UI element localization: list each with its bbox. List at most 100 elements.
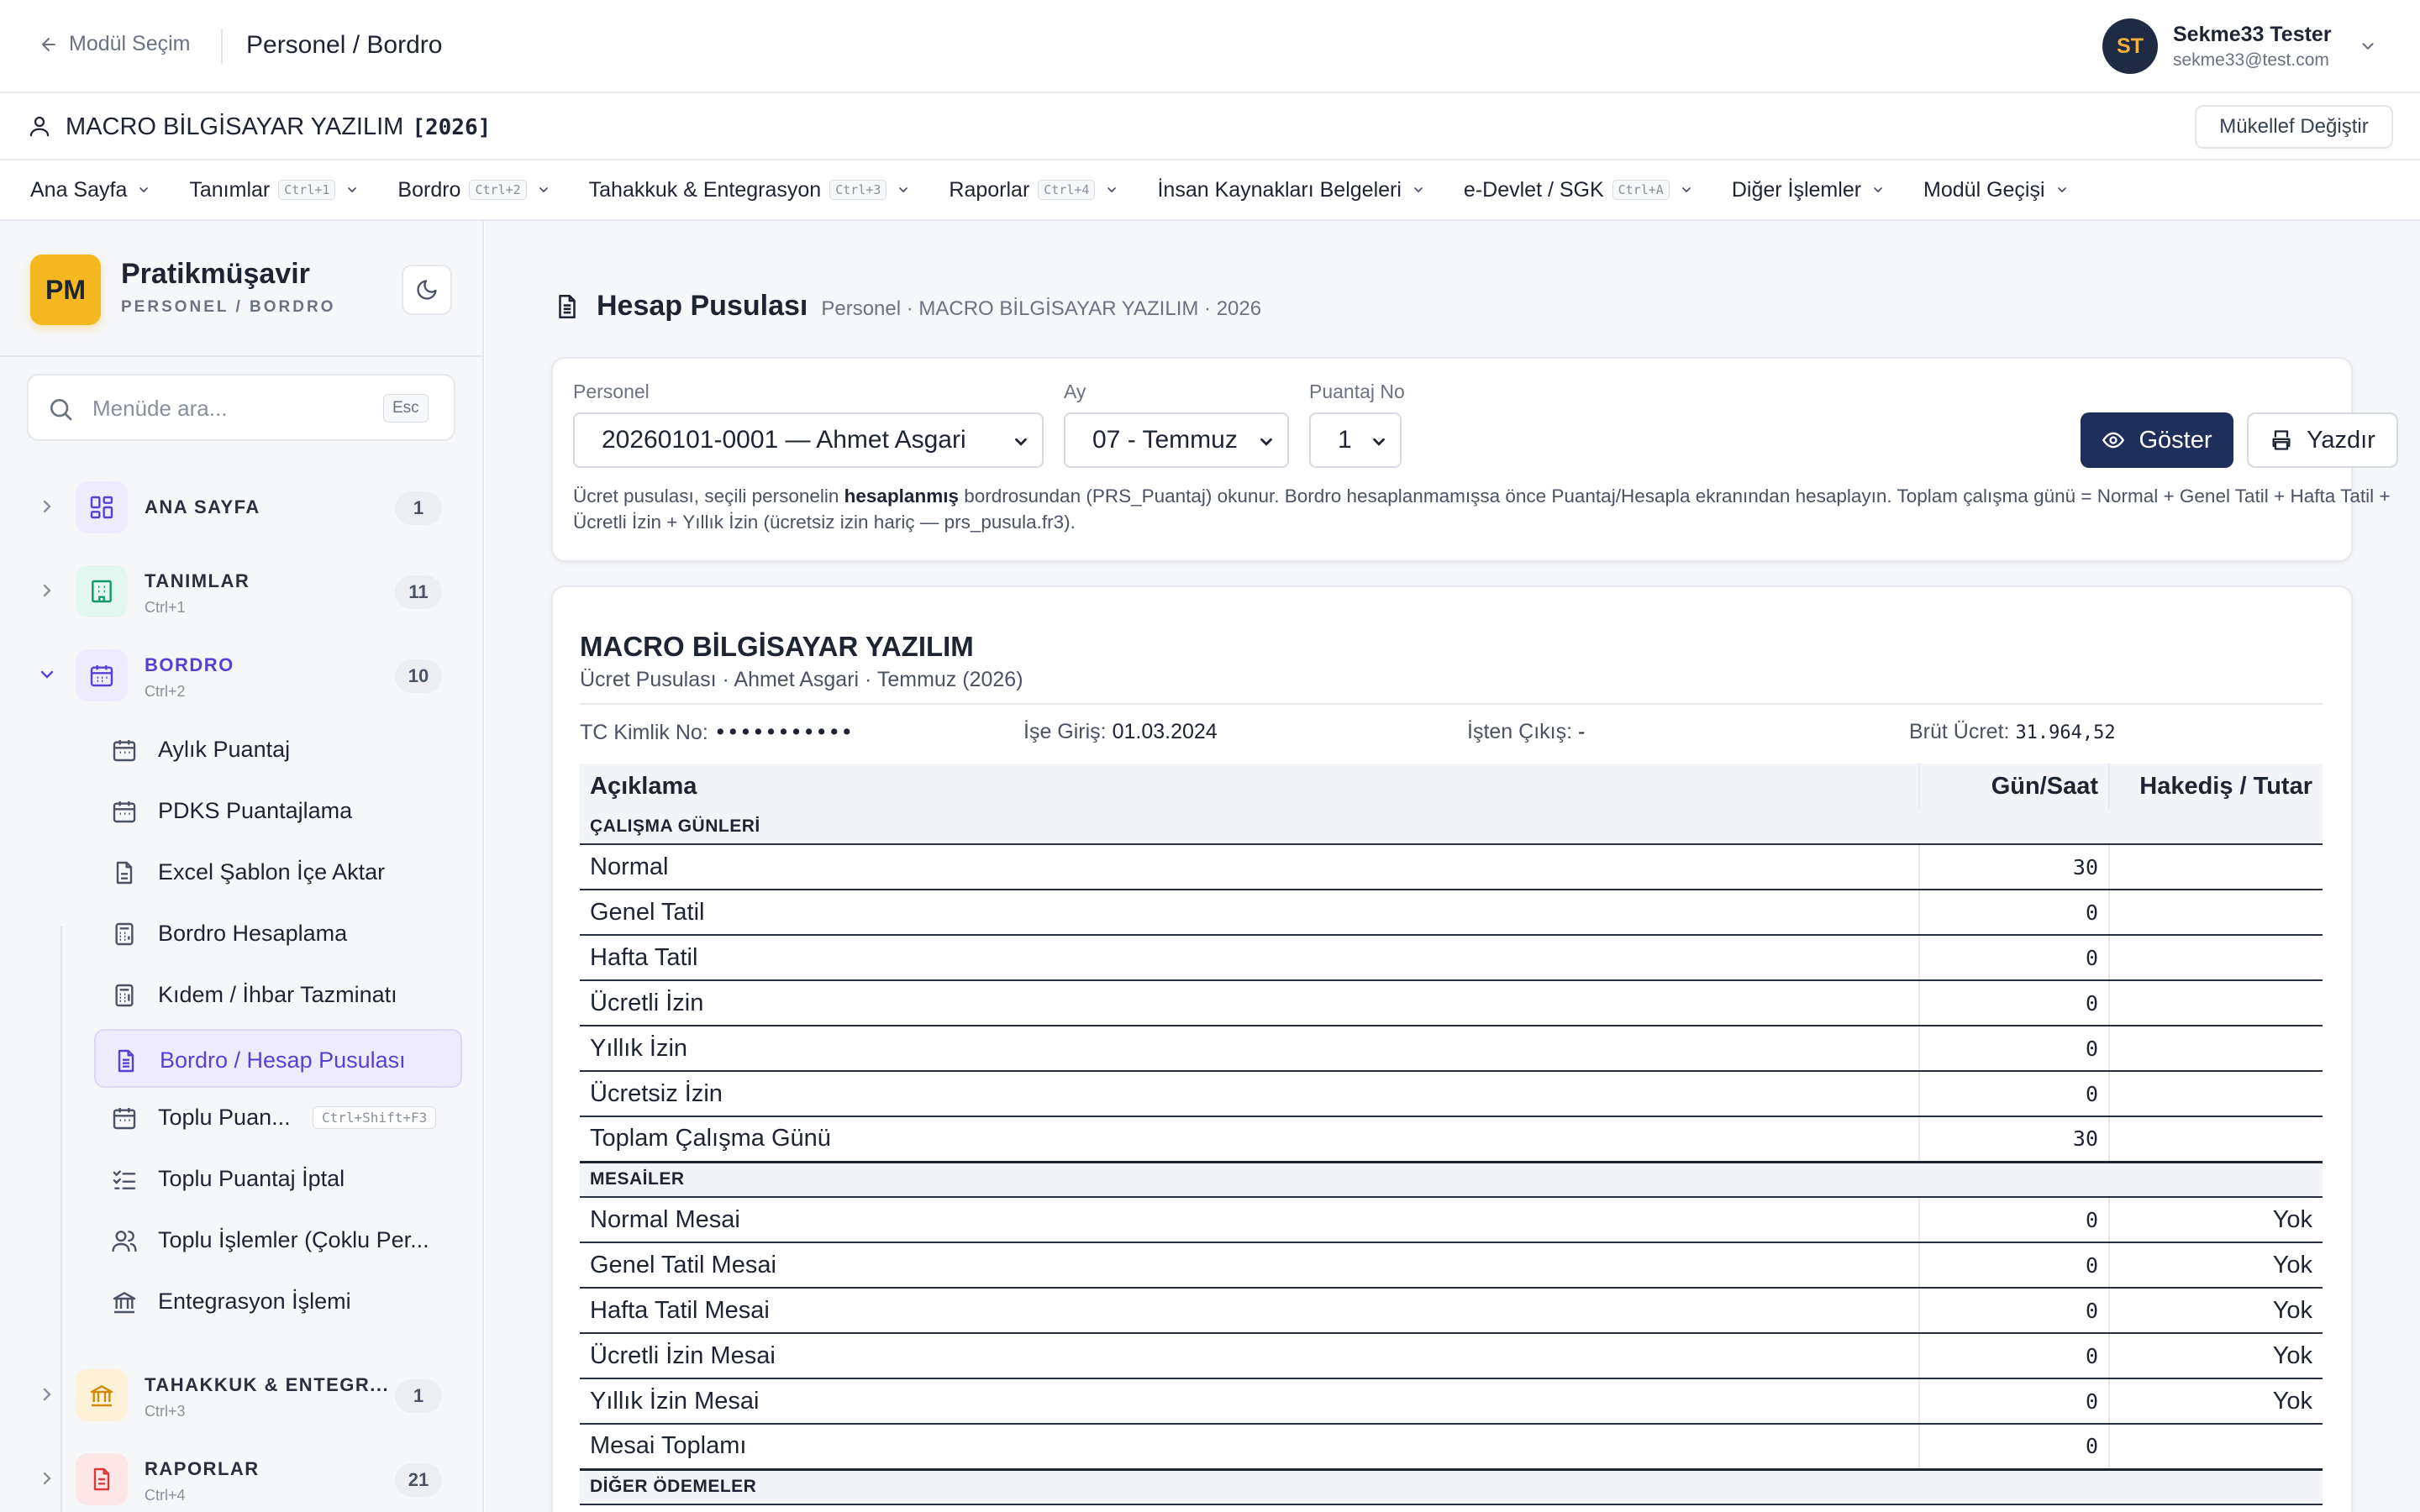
row-amount: Yok <box>2108 1288 2323 1334</box>
nav-ana-sayfa[interactable]: Ana Sayfa <box>30 178 150 202</box>
row-days: 0 <box>1918 1071 2109 1117</box>
group-count-badge: 11 <box>395 575 442 609</box>
table-row: Genel Tatil Mesai 0 Yok <box>580 1242 2323 1289</box>
theme-toggle-button[interactable] <box>402 265 452 315</box>
isten-cikis-label: İşten Çıkış: <box>1467 720 1573 743</box>
table-row: Ücretli İzin Mesai 0 Yok <box>580 1333 2323 1379</box>
row-amount <box>2108 1026 2323 1072</box>
sidebar-item-label: Bordro / Hesap Pusulası <box>160 1047 406 1073</box>
group-title: RAPORLAR <box>145 1458 260 1479</box>
ise-giris: İşe Giriş: 01.03.2024 <box>1023 720 1218 744</box>
table-row: Genel Tatil 0 <box>580 890 2323 936</box>
sidebar-group-tahakkuk[interactable]: TAHAKKUK & ENTEGR... Ctrl+3 1 <box>0 1359 482 1431</box>
row-days: 0 <box>1918 890 2109 936</box>
nav-tahakkuk[interactable]: Tahakkuk & Entegrasyon Ctrl+3 <box>589 178 911 202</box>
calendar-icon <box>113 801 136 823</box>
section-title: DİĞER ÖDEMELER <box>580 1469 2323 1505</box>
sidebar-item-toplu-puantaj[interactable]: Toplu Puan... Ctrl+Shift+F3 <box>94 1088 462 1147</box>
section-row-diger: DİĞER ÖDEMELER <box>580 1469 2323 1505</box>
calendar-icon <box>113 740 136 762</box>
nav-diger-islemler[interactable]: Diğer İşlemler <box>1732 178 1885 202</box>
sidebar-item-kidem-ihbar[interactable]: Kıdem / İhbar Tazminatı <box>94 965 462 1024</box>
page-subtitle: Personel · MACRO BİLGİSAYAR YAZILIM · 20… <box>821 297 1262 320</box>
nav-label: Ana Sayfa <box>30 177 128 202</box>
main-nav: Ana Sayfa Tanımlar Ctrl+1 Bordro Ctrl+2 Ta… <box>0 160 2420 221</box>
sidebar-item-excel-sablon[interactable]: Excel Şablon İçe Aktar <box>94 843 462 901</box>
sidebar-group-bordro[interactable]: BORDRO Ctrl+2 10 <box>0 639 482 711</box>
sidebar-item-entegrasyon-islemi[interactable]: Entegrasyon İşlemi <box>94 1272 462 1331</box>
sidebar-item-hesap-pusulasi[interactable]: Bordro / Hesap Pusulası <box>94 1029 462 1088</box>
row-amount <box>2108 1116 2323 1163</box>
help-note: Ücret pusulası, seçili personelin hesapl… <box>573 483 2405 535</box>
ay-select[interactable]: 07 - Temmuz <box>1064 412 1289 468</box>
breadcrumb: Personel / Bordro <box>246 31 443 59</box>
sidebar-item-toplu-islemler[interactable]: Toplu İşlemler (Çoklu Per... <box>94 1210 462 1269</box>
nav-ik-belgeleri[interactable]: İnsan Kaynakları Belgeleri <box>1157 178 1424 202</box>
chevron-down-icon <box>1373 438 1385 446</box>
row-description: Yıllık İzin Mesai <box>580 1378 1919 1425</box>
puantaj-no-select[interactable]: 1 <box>1309 412 1402 468</box>
calendar-icon <box>113 1108 136 1130</box>
sidebar-item-aylik-puantaj[interactable]: Aylık Puantaj <box>94 720 462 779</box>
nav-modul-gecisi[interactable]: Modül Geçişi <box>1923 178 2069 202</box>
sidebar-group-tanimlar[interactable]: TANIMLAR Ctrl+1 11 <box>0 555 482 627</box>
tc-kimlik: TC Kimlik No: ••••••••••• <box>580 720 853 745</box>
payslip-company: MACRO BİLGİSAYAR YAZILIM <box>580 631 974 662</box>
sidebar-item-bordro-hesaplama[interactable]: Bordro Hesaplama <box>94 904 462 963</box>
sidebar-group-ana-sayfa[interactable]: ANA SAYFA 1 <box>0 471 482 543</box>
nav-label: Tahakkuk & Entegrasyon <box>588 177 822 202</box>
row-description: Normal <box>580 844 1919 890</box>
nav-label: Bordro <box>397 177 461 202</box>
nav-bordro[interactable]: Bordro Ctrl+2 <box>397 178 550 202</box>
nav-edevlet-sgk[interactable]: e-Devlet / SGK Ctrl+A <box>1464 178 1693 202</box>
arrow-left-icon <box>42 37 55 51</box>
personel-select[interactable]: 20260101-0001 — Ahmet Asgari <box>573 412 1044 468</box>
eye-icon <box>2102 432 2125 449</box>
row-amount: Yok <box>2108 1197 2323 1243</box>
nav-tanimlar[interactable]: Tanımlar Ctrl+1 <box>189 178 359 202</box>
brut-ucret: Brüt Ücret: 31.964,52 <box>1909 720 2116 744</box>
table-row: Hafta Tatil 0 <box>580 935 2323 981</box>
show-button-label: Göster <box>2139 426 2212 454</box>
menu-search-input[interactable]: Menüde ara... Esc <box>27 374 455 441</box>
row-description: Hafta Tatil Mesai <box>580 1288 1919 1334</box>
change-taxpayer-button[interactable]: Mükellef Değiştir <box>2195 105 2393 149</box>
show-button[interactable]: Göster <box>2081 412 2233 468</box>
row-amount <box>2108 1424 2323 1471</box>
checklist-icon <box>113 1170 136 1189</box>
chevron-down-icon <box>1681 187 1691 193</box>
sidebar-item-label: Toplu İşlemler (Çoklu Per... <box>158 1227 429 1252</box>
total-row: Toplam Çalışma Günü 30 <box>580 1116 2323 1163</box>
divider <box>221 29 223 64</box>
sidebar-item-label: Excel Şablon İçe Aktar <box>158 859 386 885</box>
file-icon <box>116 861 133 885</box>
print-button[interactable]: Yazdır <box>2247 412 2398 468</box>
sidebar-item-toplu-puantaj-iptal[interactable]: Toplu Puantaj İptal <box>94 1149 462 1208</box>
print-button-label: Yazdır <box>2307 426 2375 454</box>
group-shortcut: Ctrl+2 <box>145 683 186 700</box>
page-header: Hesap Pusulası Personel · MACRO BİLGİSAY… <box>553 290 1261 323</box>
back-to-module-select[interactable]: Modül Seçim <box>39 32 191 56</box>
search-icon <box>50 399 72 421</box>
row-description: Normal Mesai <box>580 1197 1919 1243</box>
row-description: Mesai Toplamı <box>580 1424 1919 1471</box>
sidebar-item-label: Toplu Puan... <box>158 1105 291 1130</box>
chevron-right-icon <box>43 1388 51 1401</box>
user-menu[interactable]: ST Sekme33 Tester sekme33@test.com <box>2102 18 2377 74</box>
table-row: Normal 30 <box>580 844 2323 890</box>
row-days: 0 <box>1918 1333 2109 1379</box>
row-days: 0 <box>1918 1424 2109 1471</box>
sidebar-group-raporlar[interactable]: RAPORLAR Ctrl+4 21 <box>0 1443 482 1512</box>
sidebar-item-label: Bordro Hesaplama <box>158 921 348 946</box>
row-description: Genel Tatil Mesai <box>580 1242 1919 1289</box>
sidebar-item-pdks-puantajlama[interactable]: PDKS Puantajlama <box>94 781 462 840</box>
nav-raporlar[interactable]: Raporlar Ctrl+4 <box>949 178 1118 202</box>
row-amount <box>2108 1071 2323 1117</box>
table-row: Hafta Tatil Mesai 0 Yok <box>580 1288 2323 1334</box>
main-content: Hesap Pusulası Personel · MACRO BİLGİSAY… <box>486 221 2420 1512</box>
shortcut-badge: Ctrl+Shift+F3 <box>313 1106 437 1129</box>
isten-cikis: İşten Çıkış: - <box>1467 720 1585 744</box>
tc-value: ••••••••••• <box>713 720 854 744</box>
calculator-icon <box>115 922 134 946</box>
row-amount: Yok <box>2108 1333 2323 1379</box>
